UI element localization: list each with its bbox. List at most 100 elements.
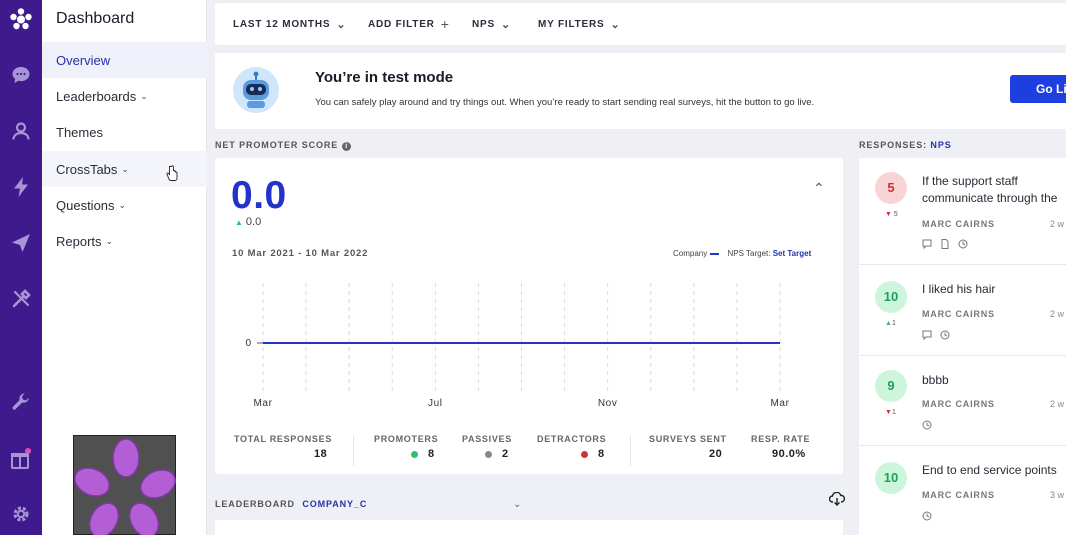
chevron-down-icon: ⌄ xyxy=(336,18,347,31)
filter-label: LAST 12 MONTHS xyxy=(233,18,331,30)
chat-icon[interactable] xyxy=(7,61,35,89)
chevron-up-icon[interactable]: ⌃ xyxy=(813,180,825,197)
x-tick-label: Nov xyxy=(598,398,618,409)
respondent-name: MARC CAIRNS xyxy=(922,490,995,500)
filter-label: MY FILTERS xyxy=(538,18,605,30)
response-actions xyxy=(922,236,968,254)
stat-promoters: PROMOTERS 8 xyxy=(374,434,438,460)
responses-panel: 5 ▼ 5 If the support staff communicate t… xyxy=(859,158,1066,535)
triangle-down-icon: ▼ xyxy=(885,409,892,416)
stat-divider xyxy=(630,436,631,466)
leaderboard-company-select[interactable]: COMPANY_C xyxy=(302,499,367,509)
stat-value-row: 8 xyxy=(581,448,605,460)
score-delta-value: 1 xyxy=(891,409,896,416)
sidebar-item-leaderboards[interactable]: Leaderboards ⌄ xyxy=(42,78,207,114)
sidebar-item-label: Reports xyxy=(56,233,102,249)
response-time: 3 w xyxy=(1050,490,1065,500)
response-text: bbbb xyxy=(922,373,949,387)
responses-label: RESPONSES: xyxy=(859,140,928,150)
respondent-name: MARC CAIRNS xyxy=(922,399,995,409)
comment-icon[interactable] xyxy=(922,236,932,254)
score-delta: ▼ 5 xyxy=(885,211,898,218)
set-target-link[interactable]: Set Target xyxy=(773,249,812,258)
history-icon[interactable] xyxy=(922,508,932,526)
response-item[interactable]: 9 ▼1 bbbb MARC CAIRNS 2 w xyxy=(859,356,1066,446)
chevron-down-icon: ⌄ xyxy=(118,199,127,210)
chevron-down-icon: ⌄ xyxy=(610,18,621,31)
automation-bolt-icon[interactable] xyxy=(7,173,35,201)
tools-icon[interactable] xyxy=(7,285,35,313)
leaderboard-label: LEADERBOARD xyxy=(215,499,295,509)
filter-label: ADD FILTER xyxy=(368,18,435,30)
sidebar-item-reports[interactable]: Reports ⌄ xyxy=(42,223,207,259)
score-delta-value: 5 xyxy=(893,211,898,218)
cloud-download-icon[interactable] xyxy=(828,491,846,511)
response-item[interactable]: 10 ▲1 I liked his hair MARC CAIRNS 2 w xyxy=(859,265,1066,356)
sidebar-item-themes[interactable]: Themes xyxy=(42,114,207,150)
stat-value: 90.0% xyxy=(772,448,806,460)
respondent-name: MARC CAIRNS xyxy=(922,309,995,319)
banner-description: You can safely play around and try thing… xyxy=(315,97,815,108)
score-delta-value: 1 xyxy=(891,320,896,327)
sidebar-item-label: Leaderboards xyxy=(56,88,137,104)
response-item[interactable]: 5 ▼ 5 If the support staff communicate t… xyxy=(859,158,1066,265)
wrench-icon[interactable] xyxy=(7,388,35,416)
sidebar-item-crosstabs[interactable]: CrossTabs ⌄ xyxy=(42,151,207,187)
logo-icon[interactable] xyxy=(7,5,35,33)
plus-icon: + xyxy=(440,16,450,32)
triangle-down-icon: ▼ xyxy=(885,211,892,218)
leaderboard-header: LEADERBOARD COMPANY_C xyxy=(215,499,367,509)
legend-line-swatch xyxy=(710,252,720,255)
filter-nps[interactable]: NPS ⌄ xyxy=(472,3,511,45)
stat-total-responses: TOTAL RESPONSES 18 xyxy=(234,434,333,460)
score-badge: 9 xyxy=(875,370,907,402)
stat-label: SURVEYS SENT xyxy=(649,434,727,444)
sidebar-item-questions[interactable]: Questions ⌄ xyxy=(42,187,207,223)
info-icon[interactable]: i xyxy=(342,142,352,151)
robot-icon xyxy=(233,67,279,113)
filter-last-12-months[interactable]: LAST 12 MONTHS ⌄ xyxy=(233,3,346,45)
chevron-down-icon[interactable]: ⌄ xyxy=(513,499,521,510)
go-live-button[interactable]: Go Live xyxy=(1010,75,1066,103)
gift-icon[interactable] xyxy=(7,445,35,473)
history-icon[interactable] xyxy=(958,236,968,254)
comment-icon[interactable] xyxy=(922,327,932,345)
chevron-down-icon: ⌄ xyxy=(140,90,148,101)
chevron-down-icon: ⌄ xyxy=(500,18,511,31)
banner-title: You’re in test mode xyxy=(315,69,454,86)
chevron-down-icon: ⌄ xyxy=(105,235,114,246)
response-time: 2 w xyxy=(1050,309,1065,319)
response-item[interactable]: 10 End to end service points MARC CAIRNS… xyxy=(859,446,1066,535)
leaderboard-card xyxy=(215,520,843,535)
app-rail xyxy=(0,0,42,535)
stat-label: DETRACTORS xyxy=(537,434,607,444)
history-icon[interactable] xyxy=(940,327,950,345)
triangle-up-icon: ▲ xyxy=(885,320,892,327)
sidebar-item-overview[interactable]: Overview xyxy=(42,42,207,78)
nps-card: 0.0 ▲ 0.0 ⌃ 10 Mar 2021 - 10 Mar 2022 Com… xyxy=(215,158,843,474)
stat-surveys-sent: SURVEYS SENT 20 xyxy=(649,434,727,460)
send-icon[interactable] xyxy=(7,229,35,257)
filter-my-filters[interactable]: MY FILTERS ⌄ xyxy=(538,3,621,45)
filter-add-filter[interactable]: ADD FILTER + xyxy=(368,3,450,45)
nps-delta: ▲ 0.0 xyxy=(235,216,261,228)
sidebar-item-label: Themes xyxy=(56,124,103,140)
stat-passives: PASSIVES 2 xyxy=(462,434,512,460)
passive-dot xyxy=(485,450,492,458)
history-icon[interactable] xyxy=(922,417,932,435)
stat-label: TOTAL RESPONSES xyxy=(234,434,333,444)
contacts-icon[interactable] xyxy=(7,117,35,145)
stat-detractors: DETRACTORS 8 xyxy=(537,434,607,460)
responses-filter[interactable]: NPS xyxy=(930,140,951,150)
nps-line-chart: 0 Mar Jul Nov Mar xyxy=(245,283,789,409)
score-delta: ▲1 xyxy=(885,320,896,327)
note-icon[interactable] xyxy=(940,236,950,254)
response-actions xyxy=(922,417,932,435)
responses-header: RESPONSES: NPS xyxy=(859,140,952,150)
settings-gear-icon[interactable] xyxy=(7,500,35,528)
stat-value: 8 xyxy=(598,448,605,460)
detractor-dot xyxy=(581,450,588,458)
sidebar: Dashboard Overview Leaderboards ⌄ Themes… xyxy=(42,0,207,535)
response-actions xyxy=(922,508,932,526)
sidebar-item-label: CrossTabs xyxy=(56,161,118,177)
